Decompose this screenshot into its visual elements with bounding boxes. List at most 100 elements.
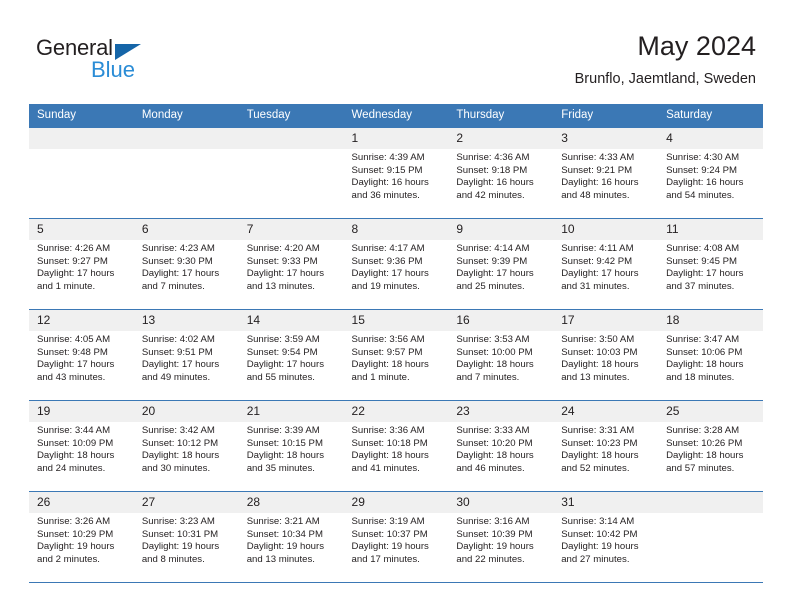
day-details: Sunrise: 3:28 AM Sunset: 10:26 PM Daylight…	[658, 422, 763, 475]
weekday-header-friday: Friday	[553, 104, 659, 128]
sunrise-text: Sunrise: 4:05 AM	[37, 334, 111, 345]
calendar-day-cell[interactable]: 1 Sunrise: 4:39 AM Sunset: 9:15 PM Daylight…	[343, 127, 449, 219]
calendar-week-row: 19 Sunrise: 3:44 AM Sunset: 10:09 PM Daylig…	[29, 400, 763, 492]
page-subtitle: Brunflo, Jaemtland, Sweden	[574, 71, 756, 87]
calendar-day-cell[interactable]: 28 Sunrise: 3:21 AM Sunset: 10:34 PM Daylig…	[238, 491, 344, 583]
sunset-text: Sunset: 9:21 PM	[561, 164, 633, 176]
day-details: Sunrise: 3:19 AM Sunset: 10:37 PM Daylight…	[344, 513, 449, 566]
calendar-day-cell[interactable]: 29 Sunrise: 3:19 AM Sunset: 10:37 PM Daylig…	[343, 491, 449, 583]
calendar-day-cell[interactable]: 24 Sunrise: 3:31 AM Sunset: 10:23 PM Daylig…	[553, 400, 659, 492]
calendar-day-cell[interactable]: 30 Sunrise: 3:16 AM Sunset: 10:39 PM Daylig…	[448, 491, 554, 583]
weekday-header-tuesday: Tuesday	[238, 104, 344, 128]
sunset-text: Sunset: 10:12 PM	[141, 437, 219, 449]
sunset-text: Sunset: 10:34 PM	[246, 528, 323, 540]
calendar-day-cell[interactable]: 10 Sunrise: 4:11 AM Sunset: 9:42 PM Dayligh…	[553, 218, 659, 310]
day-details: Sunrise: 3:53 AM Sunset: 10:00 PM Daylight…	[448, 331, 553, 384]
sunrise-text: Sunrise: 4:11 AM	[561, 243, 634, 254]
sunset-text: Sunset: 10:26 PM	[666, 437, 743, 449]
sunset-text: Sunset: 10:42 PM	[561, 528, 638, 540]
day-number: 30	[448, 492, 554, 513]
calendar-day-cell[interactable]: 17 Sunrise: 3:50 AM Sunset: 10:03 PM Daylig…	[553, 309, 659, 401]
sunset-text: Sunset: 10:09 PM	[37, 437, 114, 449]
calendar-day-cell[interactable]: 25 Sunrise: 3:28 AM Sunset: 10:26 PM Daylig…	[658, 400, 763, 492]
calendar-day-cell[interactable]: 26 Sunrise: 3:26 AM Sunset: 10:29 PM Daylig…	[29, 491, 134, 583]
sunrise-text: Sunrise: 3:14 AM	[561, 516, 635, 527]
daylight-text: Daylight: 19 hours and 27 minutes.	[561, 541, 639, 565]
calendar-day-cell[interactable]: 5 Sunrise: 4:26 AM Sunset: 9:27 PM Daylight…	[29, 218, 134, 310]
page-header: General Blue May 2024 Brunflo, Jaemtland…	[0, 0, 792, 104]
daylight-text: Daylight: 18 hours and 35 minutes.	[246, 450, 325, 474]
day-number: 25	[658, 401, 763, 422]
day-number: 18	[658, 310, 763, 331]
sunset-text: Sunset: 9:33 PM	[246, 255, 318, 267]
sunset-text: Sunset: 9:30 PM	[141, 255, 213, 267]
calendar-day-cell[interactable]: 16 Sunrise: 3:53 AM Sunset: 10:00 PM Daylig…	[448, 309, 554, 401]
calendar-day-cell[interactable]: 4 Sunrise: 4:30 AM Sunset: 9:24 PM Daylight…	[658, 127, 763, 219]
day-number: 21	[238, 401, 344, 422]
sunrise-text: Sunrise: 3:47 AM	[666, 334, 740, 345]
calendar-day-cell[interactable]: 15 Sunrise: 3:56 AM Sunset: 9:57 PM Dayligh…	[343, 309, 449, 401]
sunset-text: Sunset: 9:54 PM	[246, 346, 318, 358]
day-number: 19	[29, 401, 134, 422]
day-details: Sunrise: 3:21 AM Sunset: 10:34 PM Daylight…	[239, 513, 344, 566]
day-details: Sunrise: 3:59 AM Sunset: 9:54 PM Daylight:…	[239, 331, 344, 384]
sunset-text: Sunset: 10:00 PM	[456, 346, 533, 358]
calendar-day-cell[interactable]: 7 Sunrise: 4:20 AM Sunset: 9:33 PM Daylight…	[238, 218, 344, 310]
calendar-day-cell[interactable]: 2 Sunrise: 4:36 AM Sunset: 9:18 PM Daylight…	[448, 127, 554, 219]
day-number: 27	[133, 492, 239, 513]
sunset-text: Sunset: 9:45 PM	[666, 255, 737, 267]
daylight-text: Daylight: 18 hours and 7 minutes.	[456, 359, 534, 383]
day-number: 23	[448, 401, 554, 422]
day-number: 28	[238, 492, 344, 513]
day-number	[658, 492, 763, 513]
calendar-day-cell[interactable]: 31 Sunrise: 3:14 AM Sunset: 10:42 PM Daylig…	[553, 491, 659, 583]
sunrise-text: Sunrise: 3:16 AM	[456, 516, 530, 527]
sunset-text: Sunset: 10:18 PM	[351, 437, 428, 449]
calendar-day-cell[interactable]: 20 Sunrise: 3:42 AM Sunset: 10:12 PM Daylig…	[133, 400, 239, 492]
daylight-text: Daylight: 17 hours and 49 minutes.	[141, 359, 220, 383]
daylight-text: Daylight: 16 hours and 36 minutes.	[351, 177, 429, 201]
day-details: Sunrise: 4:33 AM Sunset: 9:21 PM Daylight:…	[553, 149, 658, 202]
weekday-header-wednesday: Wednesday	[343, 104, 449, 128]
day-details: Sunrise: 4:26 AM Sunset: 9:27 PM Daylight:…	[29, 240, 134, 293]
sunset-text: Sunset: 10:23 PM	[561, 437, 638, 449]
calendar-day-cell[interactable]: 23 Sunrise: 3:33 AM Sunset: 10:20 PM Daylig…	[448, 400, 554, 492]
weekday-header-saturday: Saturday	[658, 104, 763, 128]
sunrise-text: Sunrise: 4:02 AM	[141, 334, 215, 345]
sunset-text: Sunset: 9:36 PM	[351, 255, 423, 267]
day-number: 5	[29, 219, 134, 240]
sunset-text: Sunset: 9:18 PM	[456, 164, 528, 176]
daylight-text: Daylight: 18 hours and 18 minutes.	[666, 359, 744, 383]
sunrise-text: Sunrise: 3:42 AM	[141, 425, 215, 436]
calendar-day-cell[interactable]: 27 Sunrise: 3:23 AM Sunset: 10:31 PM Daylig…	[133, 491, 239, 583]
calendar-day-cell[interactable]: 13 Sunrise: 4:02 AM Sunset: 9:51 PM Dayligh…	[133, 309, 239, 401]
calendar-day-cell[interactable]: 19 Sunrise: 3:44 AM Sunset: 10:09 PM Daylig…	[29, 400, 134, 492]
sunset-text: Sunset: 9:48 PM	[37, 346, 108, 358]
daylight-text: Daylight: 18 hours and 41 minutes.	[351, 450, 429, 474]
sunrise-text: Sunrise: 3:56 AM	[351, 334, 425, 345]
calendar-day-cell[interactable]: 3 Sunrise: 4:33 AM Sunset: 9:21 PM Daylight…	[553, 127, 659, 219]
calendar-day-cell[interactable]: 14 Sunrise: 3:59 AM Sunset: 9:54 PM Dayligh…	[238, 309, 344, 401]
day-number: 3	[553, 128, 659, 149]
calendar-day-cell[interactable]: 12 Sunrise: 4:05 AM Sunset: 9:48 PM Dayligh…	[29, 309, 134, 401]
day-details: Sunrise: 3:26 AM Sunset: 10:29 PM Daylight…	[29, 513, 134, 566]
logo-text-blue: Blue	[91, 57, 136, 82]
day-number: 15	[343, 310, 449, 331]
weekday-header-monday: Monday	[133, 104, 239, 128]
calendar-day-cell[interactable]: 8 Sunrise: 4:17 AM Sunset: 9:36 PM Daylight…	[343, 218, 449, 310]
calendar-day-cell[interactable]: 21 Sunrise: 3:39 AM Sunset: 10:15 PM Daylig…	[238, 400, 344, 492]
calendar-day-cell[interactable]: 6 Sunrise: 4:23 AM Sunset: 9:30 PM Daylight…	[133, 218, 239, 310]
daylight-text: Daylight: 19 hours and 8 minutes.	[141, 541, 220, 565]
sunrise-text: Sunrise: 3:53 AM	[456, 334, 530, 345]
day-number	[29, 128, 134, 149]
calendar-day-cell[interactable]: 18 Sunrise: 3:47 AM Sunset: 10:06 PM Daylig…	[658, 309, 763, 401]
sunrise-text: Sunrise: 4:23 AM	[141, 243, 215, 254]
sunrise-text: Sunrise: 3:26 AM	[37, 516, 111, 527]
calendar-day-cell[interactable]: 11 Sunrise: 4:08 AM Sunset: 9:45 PM Dayligh…	[658, 218, 763, 310]
day-number: 12	[29, 310, 134, 331]
sunset-text: Sunset: 10:37 PM	[351, 528, 428, 540]
day-details: Sunrise: 4:02 AM Sunset: 9:51 PM Daylight:…	[134, 331, 239, 384]
calendar-day-cell[interactable]: 9 Sunrise: 4:14 AM Sunset: 9:39 PM Daylight…	[448, 218, 554, 310]
sunrise-text: Sunrise: 4:08 AM	[666, 243, 740, 254]
calendar-day-cell[interactable]: 22 Sunrise: 3:36 AM Sunset: 10:18 PM Daylig…	[343, 400, 449, 492]
